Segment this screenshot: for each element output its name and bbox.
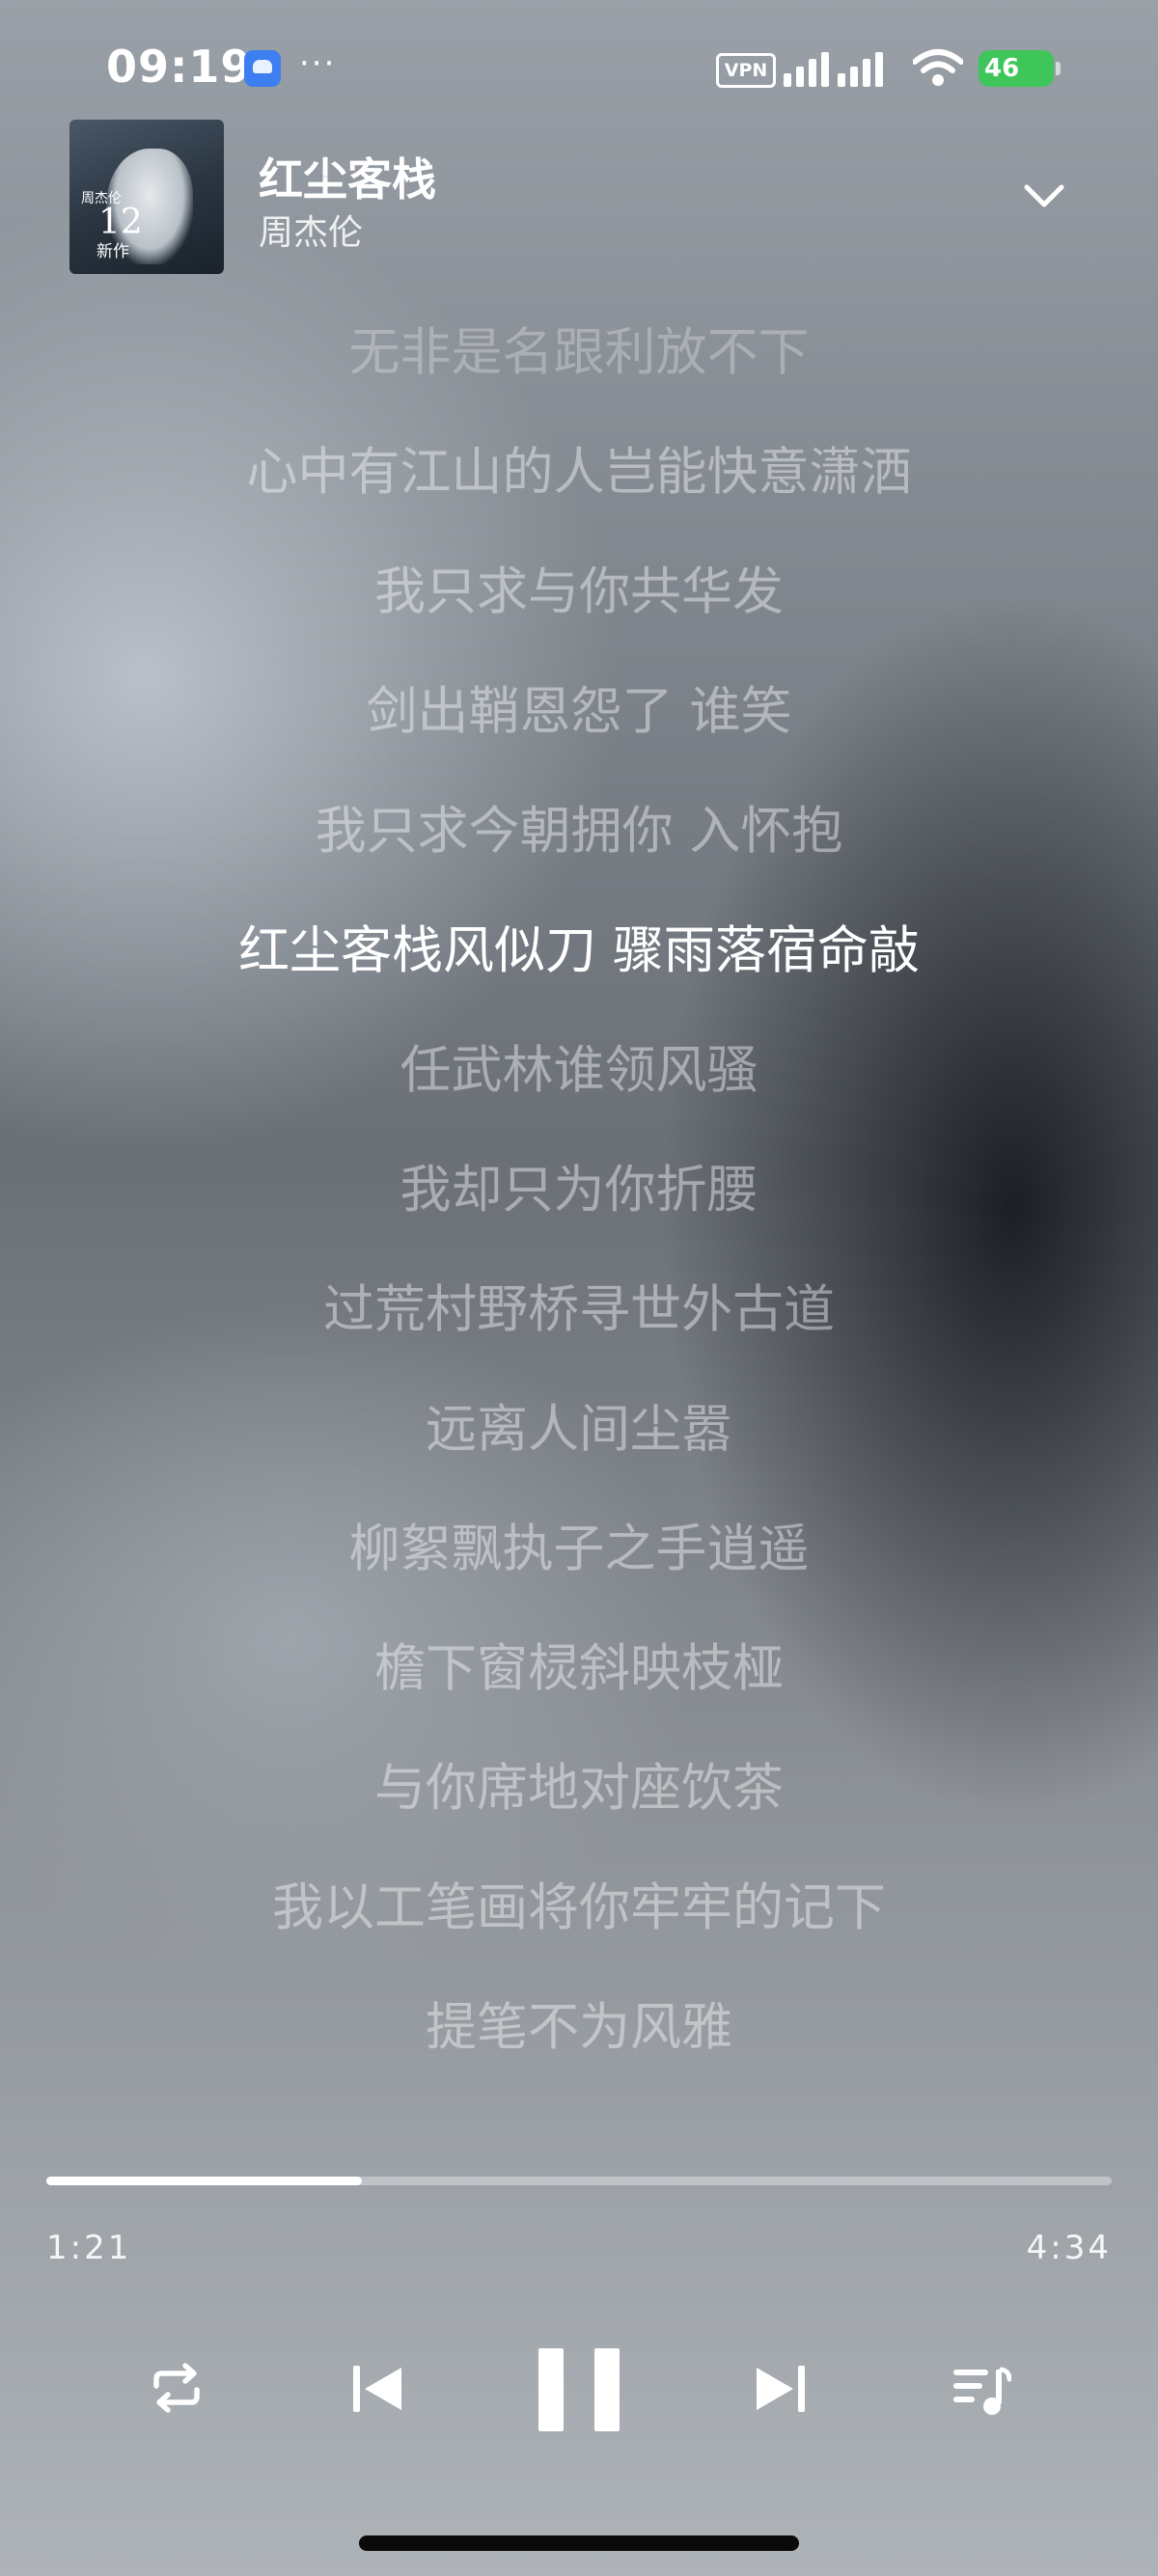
progress-bar[interactable] xyxy=(46,2177,1112,2185)
collapse-chevron-icon[interactable] xyxy=(1021,181,1067,210)
previous-icon[interactable] xyxy=(351,2362,405,2416)
cellular-signal-icon xyxy=(784,52,883,87)
next-icon[interactable] xyxy=(753,2362,807,2416)
app-notification-icon xyxy=(244,50,281,87)
svg-text:12: 12 xyxy=(98,203,143,242)
status-bar: 09:19 ··· VPN 46 xyxy=(0,0,1158,116)
total-time: 4:34 xyxy=(1026,2229,1112,2267)
battery-indicator: 46 xyxy=(979,50,1054,87)
lyric-line[interactable]: 剑出鞘恩怨了 谁笑 xyxy=(0,677,1158,747)
lyric-line[interactable]: 任武林谁领风骚 xyxy=(0,1036,1158,1106)
vpn-badge: VPN xyxy=(716,53,776,88)
song-title: 红尘客栈 xyxy=(259,153,436,206)
lyric-line[interactable]: 柳絮飘执子之手逍遥 xyxy=(0,1515,1158,1584)
repeat-icon[interactable] xyxy=(149,2360,205,2416)
progress-fill xyxy=(46,2177,362,2185)
home-indicator[interactable] xyxy=(359,2535,799,2551)
lyric-line[interactable]: 我以工笔画将你牢牢的记下 xyxy=(0,1874,1158,1943)
battery-cap-icon xyxy=(1056,62,1061,75)
lyric-line[interactable]: 心中有江山的人岂能快意潇洒 xyxy=(0,438,1158,507)
more-notifications-icon: ··· xyxy=(299,44,337,83)
album-art[interactable]: 周杰伦 12 新作 xyxy=(69,120,224,274)
status-time: 09:19 xyxy=(106,41,253,93)
lyric-line[interactable]: 提笔不为风雅 xyxy=(0,1993,1158,2063)
lyric-line-current[interactable]: 红尘客栈风似刀 骤雨落宿命敲 xyxy=(0,917,1158,986)
lyric-line[interactable]: 檐下窗棂斜映枝桠 xyxy=(0,1634,1158,1704)
lyric-line[interactable]: 无非是名跟利放不下 xyxy=(0,318,1158,388)
lyric-line[interactable]: 我只求与你共华发 xyxy=(0,558,1158,627)
svg-text:新作: 新作 xyxy=(96,242,129,261)
artist-name[interactable]: 周杰伦 xyxy=(259,205,363,255)
wifi-icon xyxy=(913,49,963,86)
lyric-line[interactable]: 我只求今朝拥你 入怀抱 xyxy=(0,797,1158,866)
lyric-line[interactable]: 过荒村野桥寻世外古道 xyxy=(0,1275,1158,1345)
elapsed-time: 1:21 xyxy=(46,2229,132,2267)
album-art-text-image: 周杰伦 12 新作 xyxy=(81,191,143,261)
pause-icon[interactable] xyxy=(535,2346,623,2435)
lyric-line[interactable]: 远离人间尘嚣 xyxy=(0,1395,1158,1465)
lyric-line[interactable]: 与你席地对座饮茶 xyxy=(0,1754,1158,1823)
playlist-icon[interactable] xyxy=(951,2364,1011,2418)
lyric-line[interactable]: 我却只为你折腰 xyxy=(0,1156,1158,1225)
